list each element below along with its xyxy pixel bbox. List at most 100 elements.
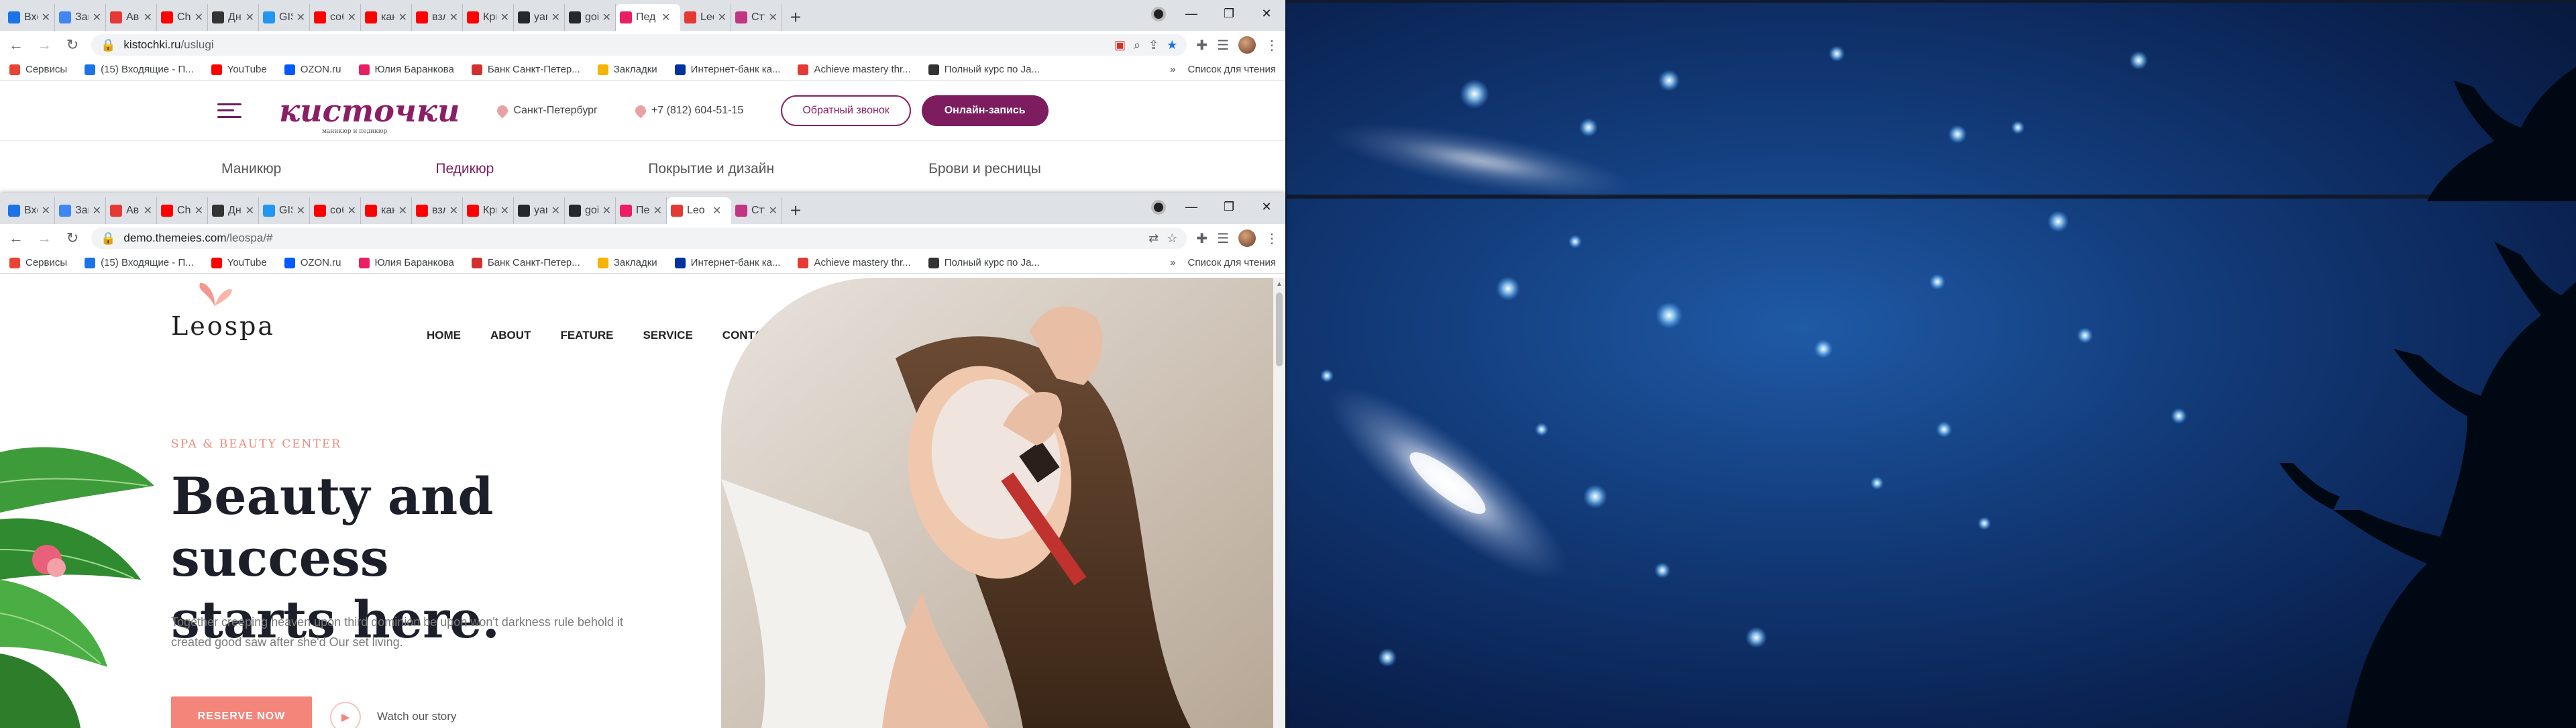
browser-tab[interactable]: Сту ✕	[731, 4, 782, 31]
reload-icon[interactable]: ↻	[63, 229, 82, 247]
browser-tab[interactable]: Вход ✕	[4, 4, 55, 31]
browser-tab[interactable]: Сту ✕	[731, 197, 782, 224]
tab-close-icon[interactable]: ✕	[449, 11, 458, 24]
tab-close-icon[interactable]: ✕	[144, 204, 152, 217]
scroll-up-icon[interactable]: ▲	[1276, 280, 1283, 288]
reading-list-button[interactable]: Список для чтения	[1187, 257, 1276, 268]
bookmark-item[interactable]: YouTube	[211, 64, 267, 75]
page-scrollbar[interactable]: ▲	[1273, 278, 1285, 728]
scrollbar-thumb[interactable]	[1276, 293, 1283, 366]
minimize-button[interactable]: —	[1173, 0, 1210, 27]
tab-close-icon[interactable]: ✕	[602, 204, 611, 217]
tab-close-icon[interactable]: ✕	[42, 204, 50, 217]
tab-close-icon[interactable]: ✕	[769, 11, 777, 24]
bookmark-item[interactable]: Закладки	[597, 257, 657, 268]
lock-icon[interactable]: 🔒	[101, 38, 115, 52]
browser-tab[interactable]: соб ✕	[310, 197, 361, 224]
tab-close-icon[interactable]: ✕	[449, 204, 458, 217]
tab-close-icon[interactable]: ✕	[712, 204, 721, 217]
tab-close-icon[interactable]: ✕	[551, 11, 560, 24]
leospa-logo[interactable]: Leospa	[171, 311, 275, 341]
new-tab-button[interactable]: +	[782, 4, 809, 31]
browser-tab[interactable]: yan ✕	[514, 197, 565, 224]
leospa-menu-item[interactable]: FEATURE	[560, 329, 613, 342]
browser-tab[interactable]: Дне ✕	[208, 197, 259, 224]
tab-close-icon[interactable]: ✕	[144, 11, 152, 24]
browser-tab[interactable]: Пе ✕	[616, 197, 667, 224]
bookmark-item[interactable]: Интернет-банк ка...	[674, 257, 780, 268]
hamburger-menu-icon[interactable]	[217, 103, 241, 118]
tab-close-icon[interactable]: ✕	[769, 204, 777, 217]
bookmark-item[interactable]: YouTube	[211, 257, 267, 268]
leospa-menu-item[interactable]: ABOUT	[490, 329, 531, 342]
browser-tab[interactable]: Пед ✕	[616, 4, 680, 31]
lock-icon[interactable]: 🔒	[101, 231, 115, 246]
tab-close-icon[interactable]: ✕	[347, 204, 356, 217]
bookmark-item[interactable]: Полный курс по Ja...	[928, 64, 1040, 75]
tab-close-icon[interactable]: ✕	[195, 11, 203, 24]
bookmark-star-icon[interactable]: ☆	[1167, 231, 1177, 246]
tab-close-icon[interactable]: ✕	[93, 11, 101, 24]
browser-tab[interactable]: Кри ✕	[463, 4, 514, 31]
reload-icon[interactable]: ↻	[63, 36, 82, 54]
bookmark-item[interactable]: Полный курс по Ja...	[928, 257, 1040, 268]
menu-kebab-icon[interactable]: ⋮	[1265, 230, 1279, 247]
tab-close-icon[interactable]: ✕	[42, 11, 50, 24]
browser-tab[interactable]: Закл ✕	[55, 197, 106, 224]
bookmarks-overflow-button[interactable]: »	[1170, 257, 1175, 268]
profile-avatar[interactable]	[1238, 36, 1256, 54]
browser-tab[interactable]: yan ✕	[514, 4, 565, 31]
media-control-icon[interactable]	[1151, 200, 1166, 215]
tab-close-icon[interactable]: ✕	[93, 204, 101, 217]
bookmark-item[interactable]: Юлия Баранкова	[358, 257, 454, 268]
browser-tab[interactable]: Кри ✕	[463, 197, 514, 224]
extensions-icon[interactable]: ✚	[1196, 37, 1208, 54]
tab-close-icon[interactable]: ✕	[500, 11, 509, 24]
tab-close-icon[interactable]: ✕	[246, 11, 254, 24]
browser-tab[interactable]: GIS ✕	[259, 4, 310, 31]
share-icon[interactable]: ⇪	[1148, 38, 1159, 52]
bookmarks-overflow-button[interactable]: »	[1170, 64, 1175, 75]
extensions-icon[interactable]: ✚	[1196, 230, 1208, 247]
tab-close-icon[interactable]: ✕	[398, 204, 407, 217]
forward-icon[interactable]: →	[35, 36, 54, 54]
tab-close-icon[interactable]: ✕	[347, 11, 356, 24]
tab-close-icon[interactable]: ✕	[398, 11, 407, 24]
city-selector[interactable]: Санкт-Петербург	[495, 103, 598, 118]
browser-tab[interactable]: Ави ✕	[106, 4, 157, 31]
bookmark-item[interactable]: Achieve mastery thr...	[798, 257, 911, 268]
minimize-button[interactable]: —	[1173, 193, 1210, 220]
tab-close-icon[interactable]: ✕	[602, 11, 611, 24]
forward-icon[interactable]: →	[35, 229, 54, 247]
browser-tab[interactable]: взл ✕	[412, 197, 463, 224]
blocked-popup-icon[interactable]: ▣	[1114, 38, 1126, 52]
browser-tab[interactable]: соб ✕	[310, 4, 361, 31]
translate-icon[interactable]: ⇄	[1148, 231, 1159, 246]
bookmark-item[interactable]: OZON.ru	[284, 64, 341, 75]
kistochki-nav-item[interactable]: Педикюр	[435, 161, 494, 177]
bookmark-item[interactable]: Achieve mastery thr...	[798, 64, 911, 75]
new-tab-button[interactable]: +	[782, 197, 809, 224]
browser-tab[interactable]: Вхо ✕	[4, 197, 55, 224]
browser-tab[interactable]: Закл ✕	[55, 4, 106, 31]
browser-tab[interactable]: Leo ✕	[680, 4, 731, 31]
tab-close-icon[interactable]: ✕	[551, 204, 560, 217]
kistochki-nav-item[interactable]: Маникюр	[221, 161, 281, 177]
browser-tab[interactable]: Chi ✕	[157, 197, 208, 224]
bookmark-star-icon[interactable]: ★	[1167, 38, 1177, 52]
restore-button[interactable]: ❐	[1210, 193, 1248, 220]
tab-close-icon[interactable]: ✕	[500, 204, 509, 217]
bookmark-item[interactable]: Банк Санкт-Петер...	[471, 257, 580, 268]
close-button[interactable]: ✕	[1248, 193, 1285, 220]
tab-close-icon[interactable]: ✕	[297, 11, 305, 24]
tab-close-icon[interactable]: ✕	[718, 11, 727, 24]
reading-list-icon[interactable]: ☰	[1217, 230, 1229, 247]
browser-tab[interactable]: Chi ✕	[157, 4, 208, 31]
tab-close-icon[interactable]: ✕	[653, 204, 662, 217]
reading-list-button[interactable]: Список для чтения	[1187, 64, 1276, 75]
kistochki-nav-item[interactable]: Брови и ресницы	[928, 161, 1041, 177]
bookmark-item[interactable]: Закладки	[597, 64, 657, 75]
phone-link[interactable]: +7 (812) 604-51-15	[633, 103, 743, 118]
bookmark-item[interactable]: (15) Входящие - П...	[85, 64, 194, 75]
browser-tab[interactable]: goi ✕	[565, 197, 616, 224]
